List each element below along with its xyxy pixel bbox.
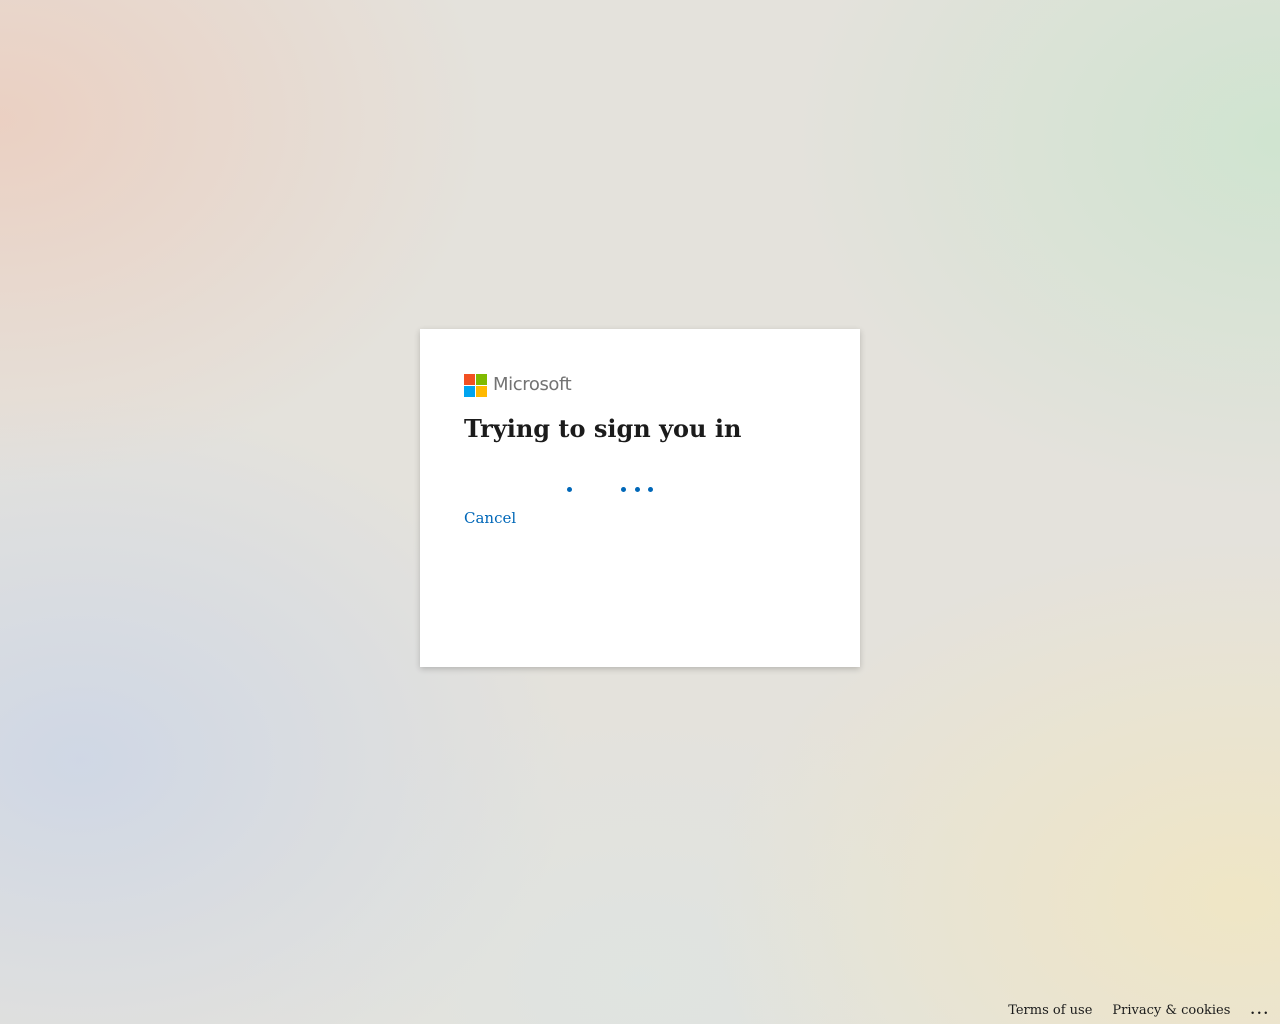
terms-of-use-link[interactable]: Terms of use: [1008, 1003, 1092, 1018]
page-title: Trying to sign you in: [464, 414, 742, 443]
logo-square-yellow: [476, 385, 487, 397]
progress-dot: [648, 487, 653, 492]
microsoft-logo-icon: [464, 373, 487, 397]
progress-indicator: [464, 485, 816, 495]
logo-square-red: [464, 373, 475, 385]
microsoft-logo: Microsoft: [464, 373, 816, 397]
more-options-button[interactable]: ...: [1250, 1003, 1270, 1018]
logo-square-blue: [464, 385, 475, 397]
footer: Terms of use Privacy & cookies ...: [988, 1003, 1270, 1018]
cancel-link[interactable]: Cancel: [464, 509, 516, 527]
progress-dot: [621, 487, 626, 492]
logo-square-green: [476, 373, 487, 385]
progress-dot: [567, 487, 572, 492]
logo-wordmark: Microsoft: [493, 374, 572, 395]
privacy-cookies-link[interactable]: Privacy & cookies: [1112, 1003, 1230, 1018]
sign-in-card: Microsoft Trying to sign you in Cancel: [420, 329, 860, 667]
progress-dot: [635, 487, 640, 492]
